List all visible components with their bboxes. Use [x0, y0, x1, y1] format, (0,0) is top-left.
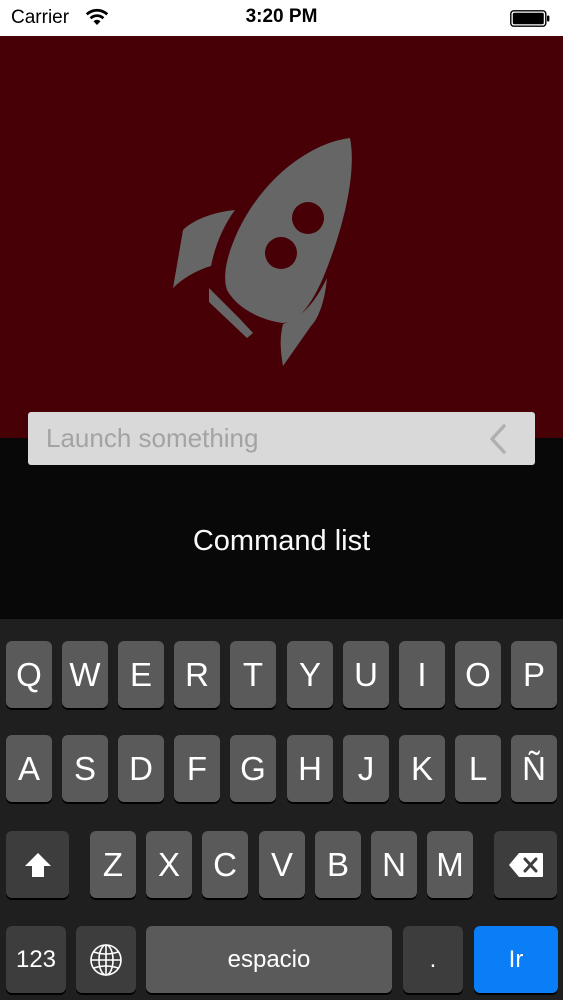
key-m[interactable]: M: [427, 831, 473, 898]
globe-icon: [90, 943, 122, 976]
key-g[interactable]: G: [230, 735, 276, 802]
key-u[interactable]: U: [343, 641, 389, 708]
key-r[interactable]: R: [174, 641, 220, 708]
period-key[interactable]: .: [403, 926, 463, 993]
key-x[interactable]: X: [146, 831, 192, 898]
key-k[interactable]: K: [399, 735, 445, 802]
key-d[interactable]: D: [118, 735, 164, 802]
key-b[interactable]: B: [315, 831, 361, 898]
key-z[interactable]: Z: [90, 831, 136, 898]
keyboard: Q W E R T Y U I O P A S D F G H J K L Ñ …: [0, 619, 563, 1000]
key-c[interactable]: C: [202, 831, 248, 898]
key-n-tilde[interactable]: Ñ: [511, 735, 557, 802]
delete-key[interactable]: [494, 831, 557, 898]
status-bar: Carrier 3:20 PM: [0, 0, 563, 36]
key-w[interactable]: W: [62, 641, 108, 708]
numbers-key[interactable]: 123: [6, 926, 66, 993]
delete-icon: [508, 852, 543, 877]
globe-key[interactable]: [76, 926, 136, 993]
key-h[interactable]: H: [287, 735, 333, 802]
key-t[interactable]: T: [230, 641, 276, 708]
go-key[interactable]: Ir: [474, 926, 558, 993]
key-p[interactable]: P: [511, 641, 557, 708]
shift-key[interactable]: [6, 831, 69, 898]
key-i[interactable]: I: [399, 641, 445, 708]
space-key[interactable]: espacio: [146, 926, 392, 993]
back-arrow-icon[interactable]: [487, 423, 509, 455]
key-n[interactable]: N: [371, 831, 417, 898]
key-y[interactable]: Y: [287, 641, 333, 708]
rocket-icon: [173, 138, 352, 366]
hero-banner: [0, 36, 563, 438]
key-j[interactable]: J: [343, 735, 389, 802]
key-a[interactable]: A: [6, 735, 52, 802]
key-v[interactable]: V: [259, 831, 305, 898]
key-s[interactable]: S: [62, 735, 108, 802]
search-input[interactable]: [46, 412, 476, 465]
key-e[interactable]: E: [118, 641, 164, 708]
key-o[interactable]: O: [455, 641, 501, 708]
search-box: [28, 412, 535, 465]
key-f[interactable]: F: [174, 735, 220, 802]
command-list-link[interactable]: Command list: [0, 525, 563, 558]
key-l[interactable]: L: [455, 735, 501, 802]
shift-icon: [24, 852, 51, 877]
clock: 3:20 PM: [245, 6, 318, 27]
battery-icon: [510, 10, 550, 27]
key-q[interactable]: Q: [6, 641, 52, 708]
